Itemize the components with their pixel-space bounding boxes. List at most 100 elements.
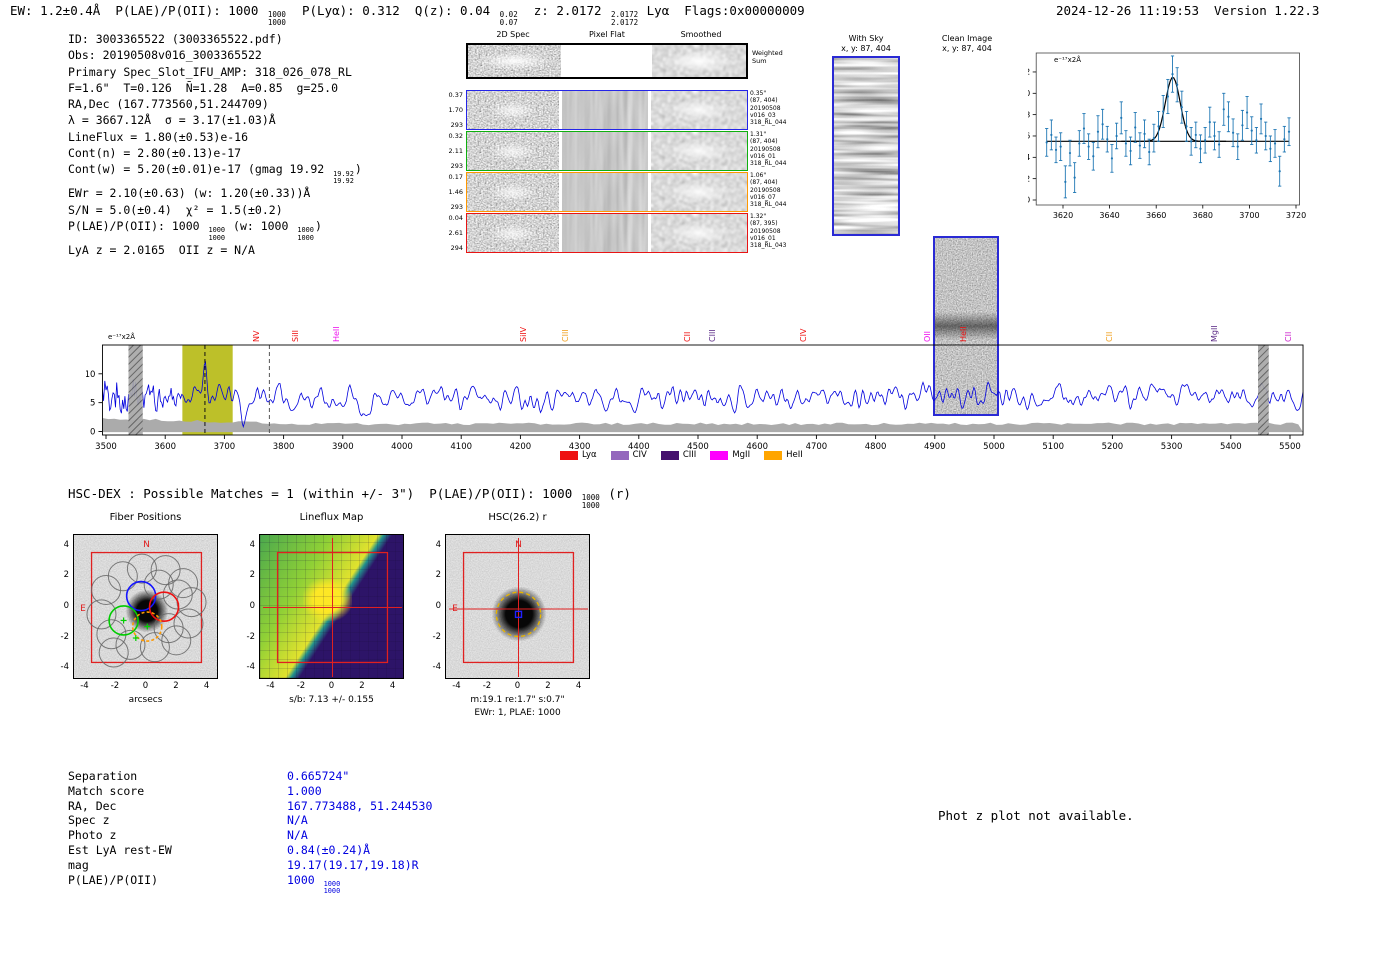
fraction-stack: 1000 1000 (323, 879, 341, 896)
data-point (1171, 72, 1174, 76)
row-left-stats: 0.32 2.11 293 (442, 132, 463, 170)
spec2d-row: 0.37 1.70 293 0.35" (87, 404) 20190508 v016_0… (449, 90, 786, 130)
cutout-fiber-positions: Fiber Positions NE arcsecs -4 -4 -2 -2 0 0 2 2 4… (40, 512, 251, 722)
withsky-image (832, 56, 900, 236)
axis-label: m:19.1 re:1.7" s:0.7" (470, 695, 565, 705)
row-meta-line: v016_01 (750, 152, 776, 160)
match-table: Separation 0.665724" Match score 1.000 R… (68, 769, 432, 896)
row-stat: 293 (450, 121, 463, 129)
line-id-label: CII (682, 331, 692, 342)
match-row: Photo z N/A (68, 828, 432, 843)
row-meta-line: 318_RL_044 (750, 119, 787, 127)
tick-label: 3500 (95, 442, 117, 452)
tick-label: 4100 (450, 442, 472, 452)
tick-label: 0 (90, 428, 95, 438)
tick-label: 5200 (1102, 442, 1124, 452)
col-header-2dspec: 2D Spec (496, 30, 530, 39)
info-line: RA,Dec (167.773560,51.244709) (68, 97, 269, 112)
tick-label: 4 (1028, 153, 1030, 162)
y-tick-label: 4 (63, 539, 69, 550)
masked-band-hatch (1258, 345, 1269, 435)
fraction-stack: 1000 1000 (267, 10, 286, 28)
data-point (1148, 150, 1151, 154)
fiber-circle-highlight (148, 591, 180, 623)
match-row: P(LAE)/P(OII) 1000 1000 1000 (68, 873, 432, 896)
tick-label: 3600 (154, 442, 176, 452)
spectrum-line (102, 360, 1304, 429)
col-header-pixelflat: Pixel Flat (589, 30, 625, 39)
x-tick-label: 4 (575, 681, 582, 691)
row-left-stats: 0.04 2.61 294 (442, 214, 463, 252)
version-timestamp: 2024-12-26 11:19:53 Version 1.22.3 (1056, 3, 1320, 18)
data-point (1157, 125, 1160, 128)
tick-label: 3900 (332, 442, 354, 452)
line-fit-svg: 3620 3640 3660 3680 3700 3720 0 2 4 6 8 10 12 (1020, 52, 1306, 220)
row-meta-line: 20190508 (750, 145, 781, 153)
y-tick-label: 2 (435, 570, 441, 581)
spec2d-row: 0.32 2.11 293 1.31" (87, 404) 20190508 v016_0… (449, 131, 786, 171)
row-meta-line: v016_01 (750, 234, 776, 242)
data-point (1176, 83, 1179, 86)
x-tick-label: -2 (110, 681, 120, 691)
match-row: mag 19.17(19.17,19.18)R (68, 858, 432, 873)
data-point (1082, 127, 1086, 130)
line-id-label: SiIV (519, 326, 529, 342)
withsky-title-line: With Sky (848, 34, 884, 43)
elixer-report: EW: 1.2±0.4Å P(LAE)/P(OII): 1000 1000 100… (0, 0, 1400, 953)
row-stat: 1.46 (448, 188, 463, 196)
tick-label: 10 (86, 370, 95, 380)
lineflux-overlay (263, 538, 402, 677)
plot-frame (1035, 52, 1300, 206)
data-point (1218, 143, 1221, 146)
cutout-title: HSC(26.2) r (488, 512, 547, 523)
cutout-lineflux-map: Lineflux Map s/b: 7.13 +/- 0.155 -4 -4 -2 -… (226, 512, 437, 722)
info-line: Obs: 20190508v016_3003365522 (68, 48, 262, 63)
data-point (1064, 180, 1067, 183)
x-tick-label: 2 (359, 681, 365, 691)
weighted-sum-label: Weighted Sum (752, 49, 783, 65)
x-tick-label: 4 (389, 681, 396, 691)
x-tick-label: -2 (482, 681, 492, 691)
x-tick-label: -4 (80, 681, 89, 691)
row-left-stats: 0.37 1.70 293 (442, 91, 463, 129)
data-point (1078, 142, 1081, 145)
x-tick-label: 2 (545, 681, 551, 691)
tick-label: 3660 (1146, 211, 1166, 220)
tick-label: 4800 (865, 442, 887, 452)
line-id-label: HeII (331, 326, 341, 342)
row-right-meta: 0.35" (87, 404) 20190508 v016_03 318_RL_044 (750, 90, 800, 126)
data-point (1269, 147, 1272, 150)
y-tick-label: 4 (249, 539, 255, 550)
noise-image (562, 91, 648, 129)
data-point (1287, 130, 1291, 133)
data-point (1190, 140, 1193, 143)
data-point (1092, 155, 1095, 158)
weighted-flat-blank (564, 45, 649, 77)
emission-blob (665, 98, 733, 122)
tick-label: 5000 (983, 442, 1005, 452)
match-label: Match score (68, 783, 145, 798)
fiber-circle (173, 608, 204, 639)
match-value: 1000 1000 1000 (287, 872, 341, 896)
data-point (1101, 123, 1104, 126)
row-meta-line: 318_RL_044 (750, 160, 787, 168)
line-id-label: MgII (1210, 325, 1220, 342)
data-point (1245, 111, 1249, 114)
withsky-coords: x, y: 87, 404 (841, 43, 891, 53)
legend-swatch (764, 450, 783, 460)
match-label: Separation (68, 769, 138, 783)
emission-blob (665, 139, 733, 163)
fiber-circle-highlight (125, 580, 157, 612)
col-header-smoothed: Smoothed (680, 30, 722, 39)
row-stat: 0.04 (448, 214, 463, 222)
axis-label: arcsecs (128, 695, 163, 705)
y-tick-label: 0 (63, 601, 69, 611)
y-tick-label: -2 (60, 631, 69, 642)
noise-image (834, 58, 898, 234)
data-point (1250, 129, 1253, 132)
tick-label: 4200 (510, 442, 532, 452)
hsc-image: NE (445, 534, 590, 679)
data-point (1129, 149, 1132, 153)
fraction-stack: 1000 1000 (297, 226, 314, 242)
line-id-label: CIII (707, 329, 717, 342)
